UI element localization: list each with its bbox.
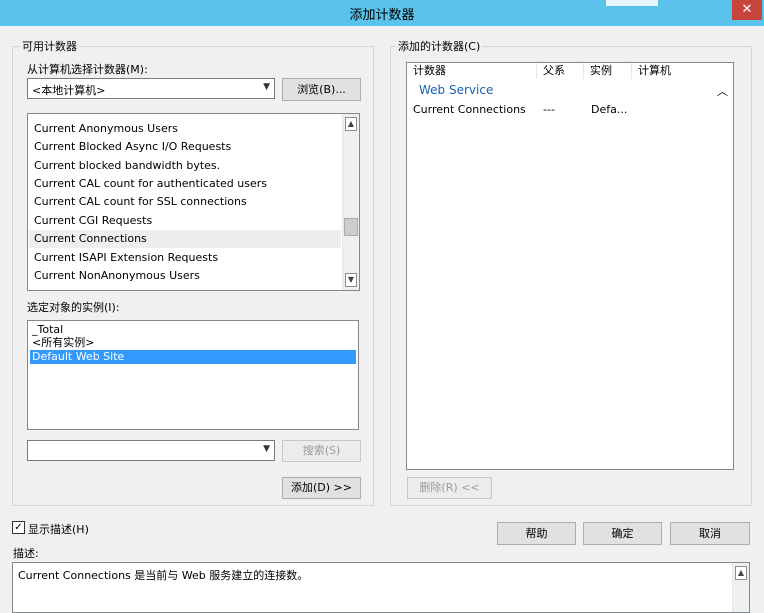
title-bar: 添加计数器 ✕	[0, 0, 764, 26]
scroll-up-arrow-icon[interactable]: ▲	[735, 566, 747, 580]
ok-button[interactable]: 确定	[583, 522, 662, 545]
computer-select-value: <本地计算机>	[32, 84, 106, 97]
list-item[interactable]: Default Web Site	[30, 350, 356, 364]
column-header-parent[interactable]: 父系	[537, 63, 584, 79]
description-text: Current Connections 是当前与 Web 服务建立的连接数。	[18, 569, 309, 582]
instances-label: 选定对象的实例(I):	[27, 301, 120, 314]
description-box: Current Connections 是当前与 Web 服务建立的连接数。 ▲	[12, 562, 750, 613]
description-label: 描述:	[13, 547, 39, 560]
column-header-instance[interactable]: 实例	[584, 63, 632, 79]
list-item[interactable]: Current Blocked Async I/O Requests	[34, 138, 231, 156]
table-row-parent: ---	[543, 103, 555, 116]
instance-list[interactable]: _Total <所有实例> Default Web Site	[27, 320, 359, 430]
added-counters-table[interactable]: 计数器 父系 实例 计算机 Web Service ︿ Current Conn…	[406, 62, 734, 470]
show-description-label[interactable]: 显示描述(H)	[28, 521, 89, 537]
list-item[interactable]: <所有实例>	[30, 336, 356, 350]
scroll-down-arrow-icon[interactable]: ▼	[345, 273, 357, 287]
list-item[interactable]: _Total	[30, 323, 356, 337]
add-button[interactable]: 添加(D) >>	[282, 477, 361, 499]
show-description-checkbox[interactable]: ✓	[12, 521, 25, 534]
list-item[interactable]: Current CGI Requests	[34, 212, 152, 230]
chevron-down-icon: ▼	[263, 82, 270, 92]
chevron-down-icon: ▼	[263, 444, 270, 454]
available-counters-label: 可用计数器	[20, 38, 79, 54]
counter-list-scrollbar[interactable]: ▲ ▼	[342, 114, 359, 290]
search-select[interactable]: ▼	[27, 440, 275, 461]
list-item[interactable]: Current blocked bandwidth bytes.	[34, 157, 220, 175]
help-button[interactable]: 帮助	[497, 522, 576, 545]
window-title: 添加计数器	[349, 8, 415, 23]
computer-select[interactable]: <本地计算机> ▼	[27, 78, 275, 99]
list-item[interactable]: Current CAL count for SSL connections	[34, 193, 247, 211]
list-item[interactable]: Current ISAPI Extension Requests	[34, 249, 218, 267]
collapse-chevron-icon[interactable]: ︿	[717, 83, 728, 99]
list-item[interactable]: Current Connections	[29, 230, 341, 248]
browse-button[interactable]: 浏览(B)...	[282, 78, 361, 101]
table-row-instance: Defa...	[591, 103, 628, 116]
list-item[interactable]: Current NonAnonymous Users	[34, 267, 200, 285]
list-item[interactable]: Current Anonymous Users	[34, 120, 178, 138]
remove-button[interactable]: 删除(R) <<	[407, 477, 492, 499]
list-item[interactable]: Current CAL count for authenticated user…	[34, 175, 267, 193]
cancel-button[interactable]: 取消	[670, 522, 750, 545]
search-button[interactable]: 搜索(S)	[282, 440, 361, 462]
group-row-title[interactable]: Web Service	[419, 83, 493, 97]
scroll-up-arrow-icon[interactable]: ▲	[345, 117, 357, 131]
added-counters-label: 添加的计数器(C)	[396, 38, 483, 54]
table-row-counter[interactable]: Current Connections	[413, 103, 526, 116]
close-button[interactable]: ✕	[732, 0, 762, 20]
column-header-counter[interactable]: 计数器	[407, 63, 537, 79]
select-from-computer-label: 从计算机选择计数器(M):	[27, 63, 148, 76]
scroll-thumb[interactable]	[344, 218, 358, 236]
description-scrollbar[interactable]: ▲	[732, 563, 749, 612]
counter-list[interactable]: Current Anonymous Users Current Blocked …	[27, 113, 360, 291]
column-header-computer[interactable]: 计算机	[632, 63, 733, 79]
